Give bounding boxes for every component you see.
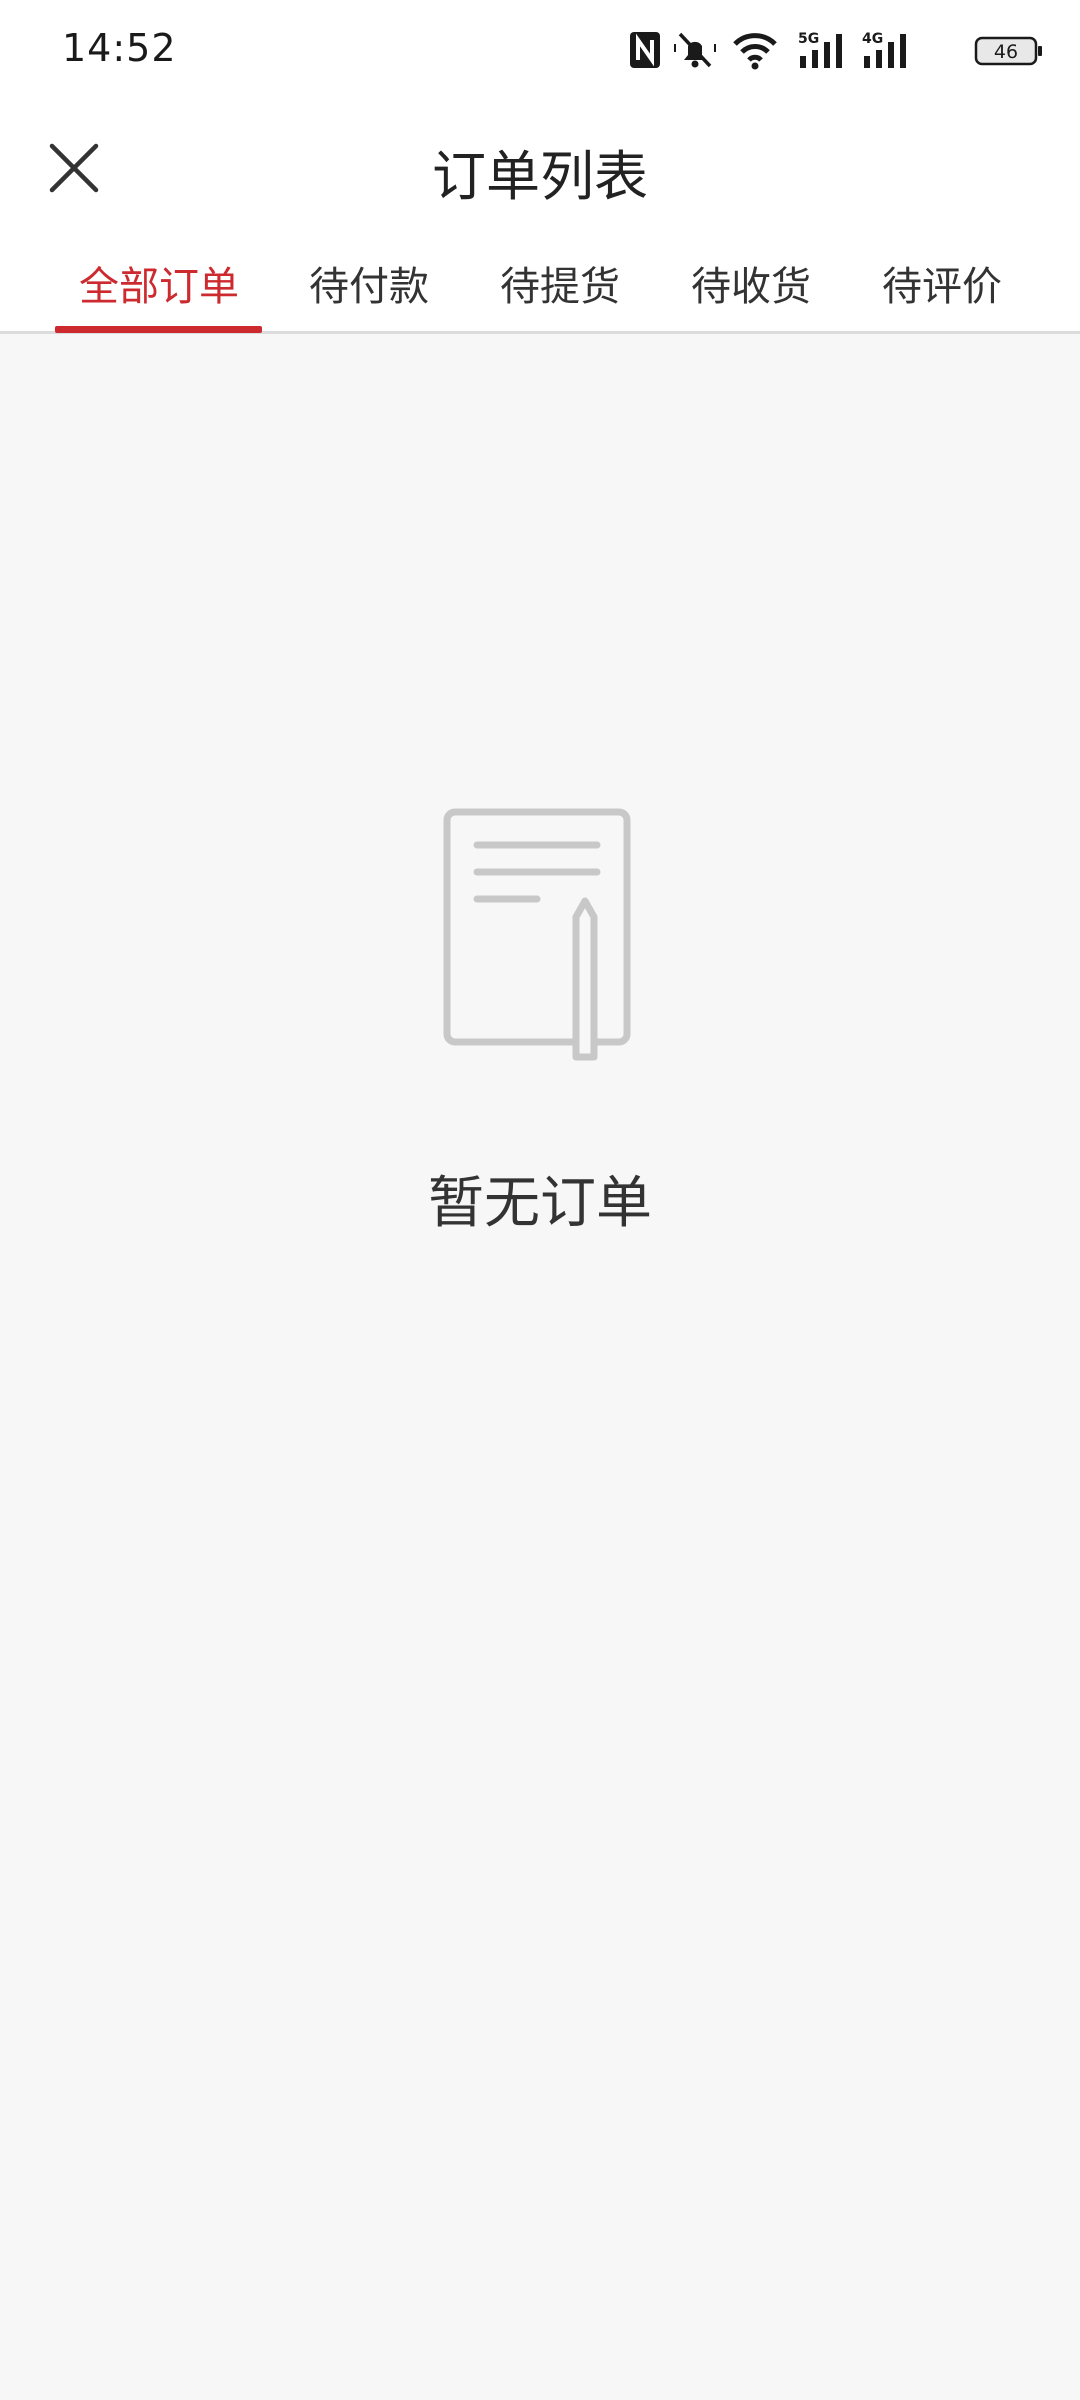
status-time: 14:52	[62, 26, 177, 70]
signal-4g-icon: 4G	[862, 31, 906, 68]
tab-pending-pickup[interactable]: 待提货	[500, 254, 620, 314]
nfc-icon	[630, 32, 660, 68]
active-tab-indicator	[55, 326, 262, 333]
empty-state-text: 暂无订单	[428, 1171, 652, 1236]
tab-all-orders[interactable]: 全部订单	[79, 254, 239, 314]
bell-muted-icon	[674, 32, 716, 68]
header: 订单列表	[0, 100, 1080, 236]
page-title: 订单列表	[432, 145, 648, 208]
net-4g-label: 4G	[862, 31, 883, 47]
tab-pending-receipt[interactable]: 待收货	[691, 254, 811, 314]
battery-level: 46	[994, 41, 1018, 63]
order-tabs: 全部订单 待付款 待提货 待收货 待评价	[0, 236, 1080, 334]
tab-pending-payment[interactable]: 待付款	[309, 254, 429, 314]
status-bar: 14:52 5G 4G 46	[0, 0, 1080, 100]
battery-icon: 46	[974, 36, 1042, 66]
order-list-screen: 14:52 5G 4G 46 订单列表 全部订单 待付款 待提货 待收货 待评价…	[0, 0, 1080, 2400]
notebook-pen-icon	[443, 808, 631, 1061]
net-5g-label: 5G	[798, 31, 819, 47]
tab-pending-review[interactable]: 待评价	[882, 254, 1002, 314]
wifi-icon	[733, 33, 777, 70]
signal-5g-icon: 5G	[798, 31, 842, 68]
